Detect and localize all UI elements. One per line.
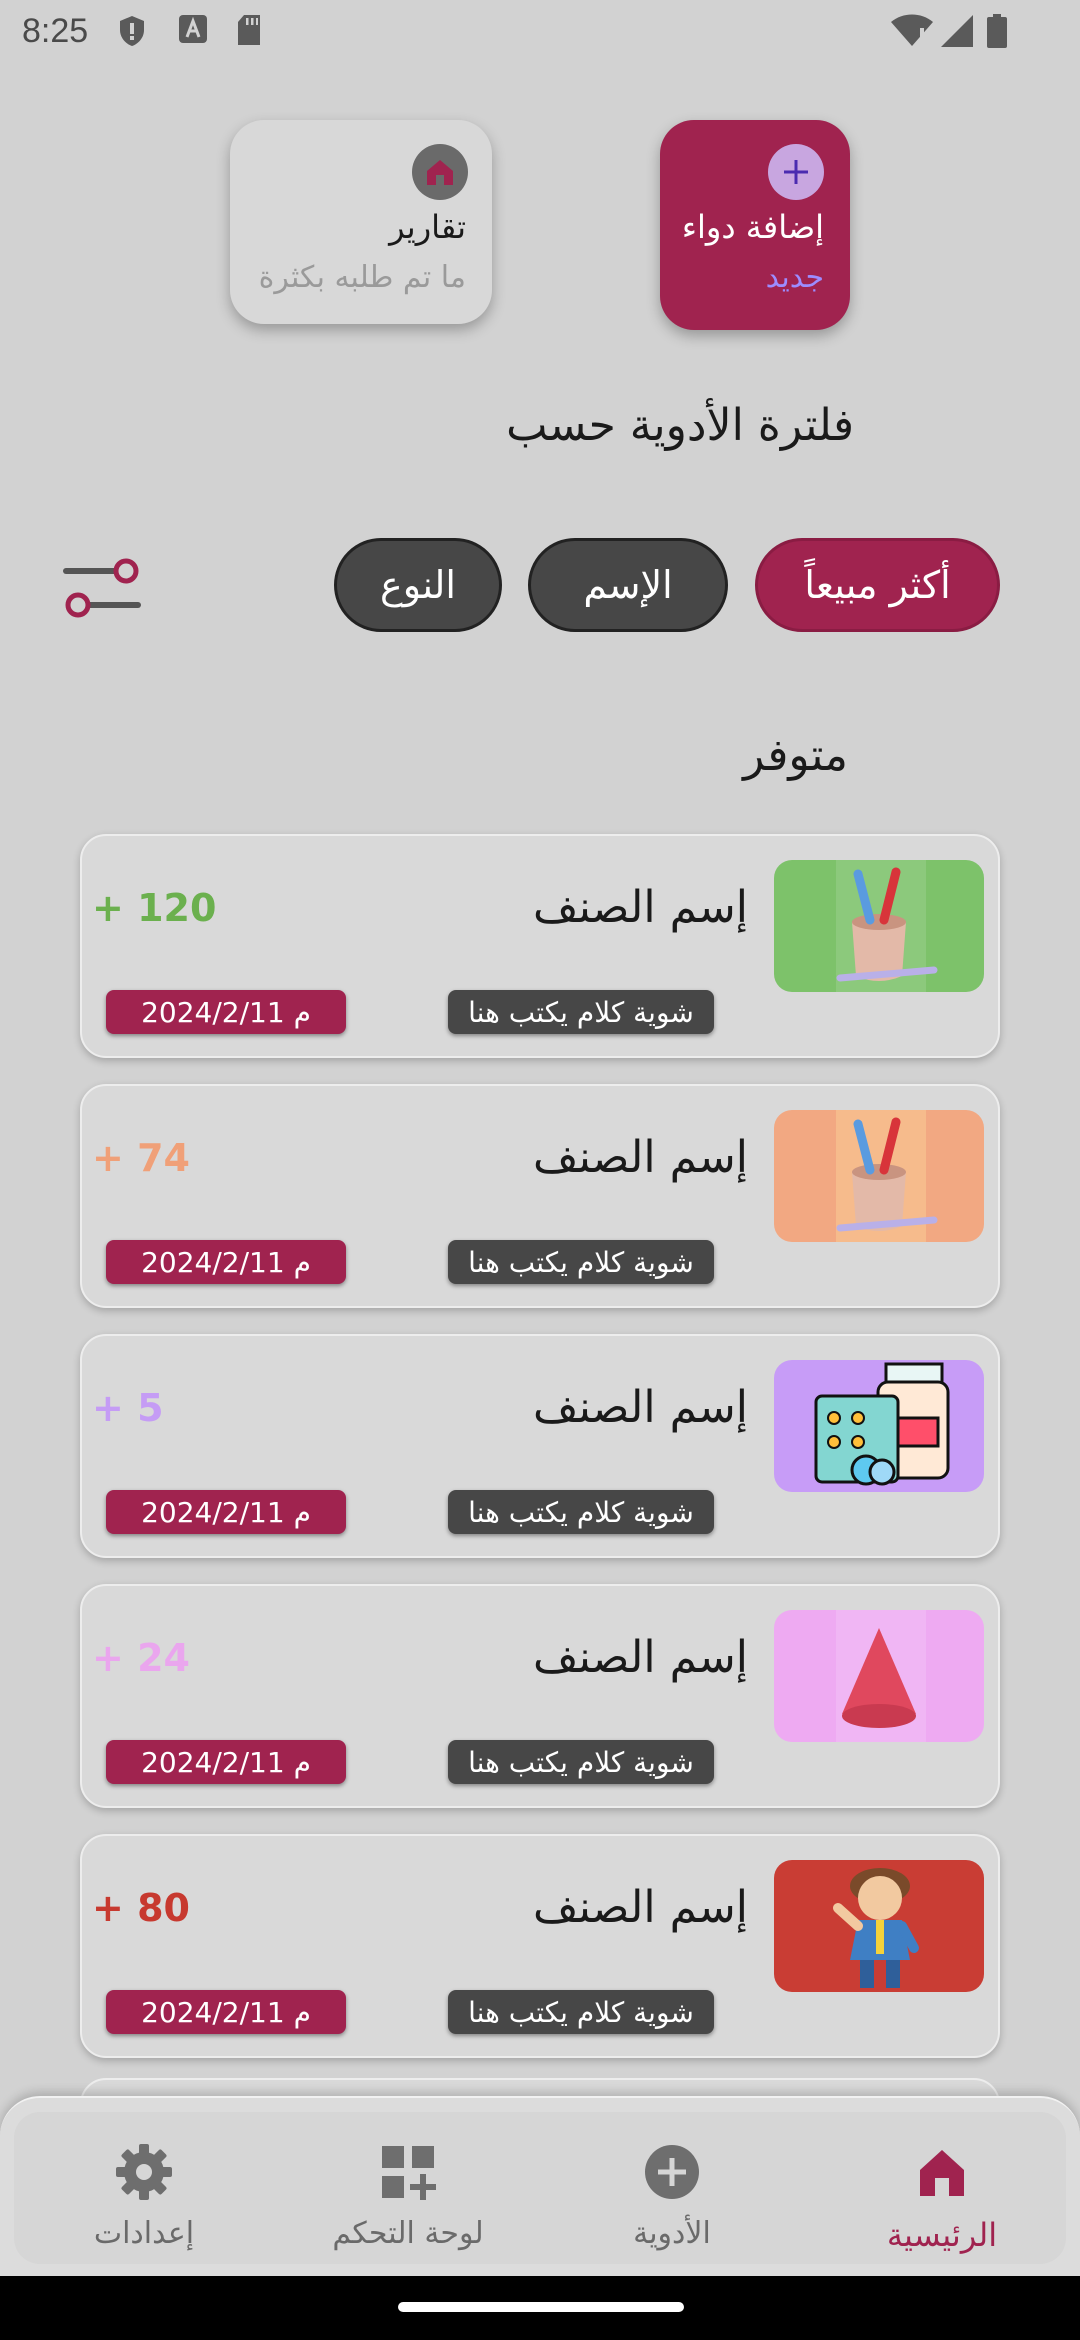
item-qty-value: 24 xyxy=(137,1636,190,1680)
status-time: 8:25 xyxy=(22,12,89,50)
item-name: إسم الصنف xyxy=(533,1632,748,1683)
add-medicine-subtitle: جديد xyxy=(765,260,824,295)
plus-icon: + xyxy=(92,1136,124,1180)
shield-icon xyxy=(120,16,144,46)
nav-item-home[interactable]: الرئيسية xyxy=(822,2142,1062,2254)
item-date: 2024/2/11 م xyxy=(106,990,346,1034)
item-card[interactable]: إسم الصنف + 74 شوية كلام يكتب هنا 2024/2… xyxy=(80,1084,1000,1308)
chip-type[interactable]: النوع xyxy=(334,538,502,632)
signal-icon xyxy=(941,15,973,47)
item-description: شوية كلام يكتب هنا xyxy=(448,1240,714,1284)
home-icon xyxy=(920,2150,964,2196)
item-quantity: + 120 xyxy=(92,886,216,930)
sd-card-icon xyxy=(238,15,260,45)
item-description: شوية كلام يكتب هنا xyxy=(448,1990,714,2034)
plus-icon xyxy=(768,144,824,200)
wifi-icon xyxy=(891,14,933,46)
home-gesture-bar[interactable] xyxy=(398,2302,684,2312)
item-name: إسم الصنف xyxy=(533,1132,748,1183)
bottom-navigation: الرئيسية الأدوية لوحة التحكم إعدادات xyxy=(0,2096,1080,2276)
item-thumbnail xyxy=(774,1110,984,1242)
filter-settings-icon[interactable] xyxy=(62,555,142,625)
plus-icon: + xyxy=(92,1386,124,1430)
filter-title: فلترة الأدوية حسب xyxy=(506,400,854,451)
nav-item-settings[interactable]: إعدادات xyxy=(24,2142,264,2251)
font-icon xyxy=(179,15,207,43)
item-date: 2024/2/11 م xyxy=(106,1240,346,1284)
nav-item-medicines[interactable]: الأدوية xyxy=(552,2142,792,2251)
gear-icon xyxy=(116,2144,172,2200)
plus-icon: + xyxy=(92,1886,124,1930)
item-card[interactable]: إسم الصنف + 120 شوية كلام يكتب هنا 2024/… xyxy=(80,834,1000,1058)
plus-icon: + xyxy=(92,1636,124,1680)
bottom-navigation-bar: الرئيسية الأدوية لوحة التحكم إعدادات xyxy=(14,2112,1066,2264)
add-medicine-card[interactable]: إضافة دواء جديد xyxy=(660,120,850,330)
nav-label-medicines: الأدوية xyxy=(633,2216,711,2251)
item-qty-value: 80 xyxy=(137,1886,190,1930)
dashboard-add-icon xyxy=(382,2146,436,2200)
item-quantity: + 80 xyxy=(92,1886,190,1930)
item-name: إسم الصنف xyxy=(533,1882,748,1933)
item-card[interactable]: إسم الصنف + 80 شوية كلام يكتب هنا 2024/2… xyxy=(80,1834,1000,2058)
reports-title: تقارير xyxy=(389,208,466,246)
nav-label-settings: إعدادات xyxy=(93,2216,195,2251)
item-date: 2024/2/11 م xyxy=(106,1740,346,1784)
section-title-available: متوفر xyxy=(743,730,848,781)
home-icon xyxy=(412,144,468,200)
item-name: إسم الصنف xyxy=(533,1382,748,1433)
item-quantity: + 5 xyxy=(92,1386,164,1430)
status-bar: 8:25 xyxy=(0,0,1080,66)
item-thumbnail xyxy=(774,860,984,992)
item-date: 2024/2/11 م xyxy=(106,1990,346,2034)
item-quantity: + 74 xyxy=(92,1136,190,1180)
nav-item-dashboard[interactable]: لوحة التحكم xyxy=(288,2142,528,2251)
plus-icon: + xyxy=(92,886,124,930)
chip-best-selling[interactable]: أكثر مبيعاً xyxy=(755,538,1000,632)
item-description: شوية كلام يكتب هنا xyxy=(448,990,714,1034)
item-card[interactable]: إسم الصنف + 5 شوية كلام يكتب هنا 2024/2/… xyxy=(80,1334,1000,1558)
item-thumbnail xyxy=(774,1860,984,1992)
item-description: شوية كلام يكتب هنا xyxy=(448,1490,714,1534)
item-quantity: + 24 xyxy=(92,1636,190,1680)
item-qty-value: 5 xyxy=(137,1386,164,1430)
reports-subtitle: ما تم طلبه بكثرة xyxy=(258,260,466,295)
item-name: إسم الصنف xyxy=(533,882,748,933)
battery-icon xyxy=(987,14,1007,48)
item-qty-value: 120 xyxy=(137,886,217,930)
reports-card[interactable]: تقارير ما تم طلبه بكثرة xyxy=(230,120,492,324)
item-card[interactable]: إسم الصنف + 24 شوية كلام يكتب هنا 2024/2… xyxy=(80,1584,1000,1808)
item-thumbnail xyxy=(774,1610,984,1742)
item-qty-value: 74 xyxy=(137,1136,190,1180)
nav-label-dashboard: لوحة التحكم xyxy=(332,2216,484,2251)
add-circle-icon xyxy=(645,2145,699,2199)
item-date: 2024/2/11 م xyxy=(106,1490,346,1534)
item-thumbnail xyxy=(774,1360,984,1492)
item-description: شوية كلام يكتب هنا xyxy=(448,1740,714,1784)
chip-name[interactable]: الإسم xyxy=(528,538,728,632)
add-medicine-title: إضافة دواء xyxy=(681,208,824,246)
nav-label-home: الرئيسية xyxy=(886,2216,998,2254)
